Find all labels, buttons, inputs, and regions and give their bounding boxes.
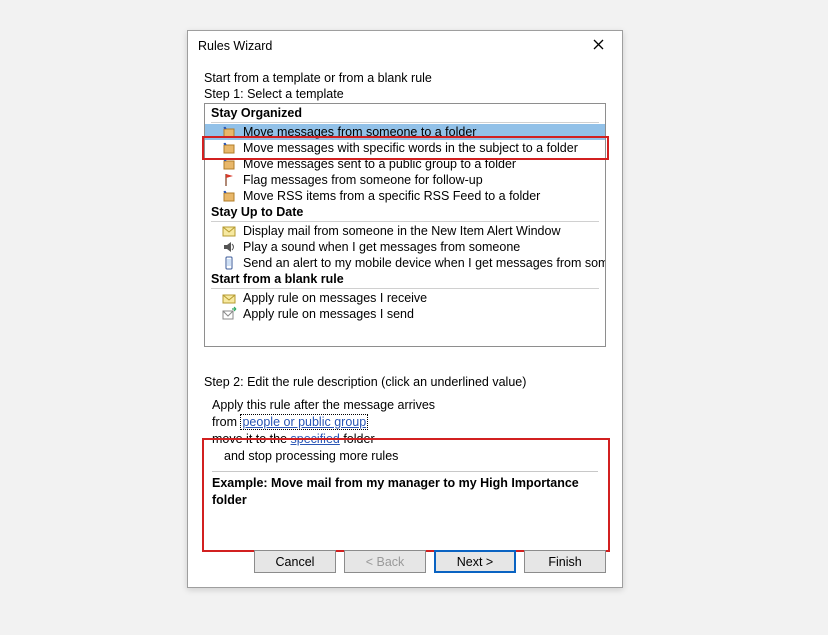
template-apply-send[interactable]: Apply rule on messages I send [205,306,605,322]
desc-line-2: from people or public group [212,414,598,431]
template-label: Move messages with specific words in the… [243,140,578,156]
desc-example: Example: Move mail from my manager to my… [212,475,598,509]
template-label: Apply rule on messages I receive [243,290,427,306]
rule-description-box: Apply this rule after the message arrive… [204,391,606,503]
titlebar: Rules Wizard [188,31,622,61]
desc-line-4: and stop processing more rules [212,448,598,465]
specified-folder-link[interactable]: specified [291,432,340,446]
folder-rss-icon [221,188,237,204]
step1-label: Step 1: Select a template [204,87,606,101]
button-row: Cancel < Back Next > Finish [254,550,606,573]
template-send-mobile[interactable]: Send an alert to my mobile device when I… [205,255,605,271]
template-label: Display mail from someone in the New Ite… [243,223,560,239]
back-button[interactable]: < Back [344,550,426,573]
close-icon [593,39,604,53]
template-move-from-someone[interactable]: Move messages from someone to a folder [205,124,605,140]
template-label: Play a sound when I get messages from so… [243,239,520,255]
folder-move-icon [221,124,237,140]
close-button[interactable] [580,32,616,60]
group-blank: Start from a blank rule [205,272,605,287]
template-label: Move messages sent to a public group to … [243,156,516,172]
next-button[interactable]: Next > [434,550,516,573]
cancel-button[interactable]: Cancel [254,550,336,573]
mail-in-icon [221,290,237,306]
template-move-public-group[interactable]: Move messages sent to a public group to … [205,156,605,172]
step2-label: Step 2: Edit the rule description (click… [204,375,606,389]
template-play-sound[interactable]: Play a sound when I get messages from so… [205,239,605,255]
template-label: Move RSS items from a specific RSS Feed … [243,188,540,204]
mail-alert-icon [221,223,237,239]
template-label: Apply rule on messages I send [243,306,414,322]
template-label: Send an alert to my mobile device when I… [243,255,606,271]
template-label: Move messages from someone to a folder [243,124,476,140]
divider [212,471,598,472]
dialog-title: Rules Wizard [198,39,580,53]
rules-wizard-dialog: Rules Wizard Start from a template or fr… [187,30,623,588]
template-flag-followup[interactable]: Flag messages from someone for follow-up [205,172,605,188]
divider [211,221,599,222]
template-label: Flag messages from someone for follow-up [243,172,483,188]
template-move-rss[interactable]: Move RSS items from a specific RSS Feed … [205,188,605,204]
phone-icon [221,255,237,271]
templates-list[interactable]: Stay Organized Move messages from someon… [204,103,606,347]
mail-out-icon [221,306,237,322]
folder-move-icon [221,156,237,172]
divider [211,122,599,123]
template-apply-receive[interactable]: Apply rule on messages I receive [205,290,605,306]
speaker-icon [221,239,237,255]
instruction-text: Start from a template or from a blank ru… [204,71,606,85]
group-stay-up-to-date: Stay Up to Date [205,205,605,220]
group-stay-organized: Stay Organized [205,106,605,121]
template-display-alert[interactable]: Display mail from someone in the New Ite… [205,223,605,239]
flag-icon [221,172,237,188]
template-move-subject-words[interactable]: Move messages with specific words in the… [205,140,605,156]
folder-move-icon [221,140,237,156]
finish-button[interactable]: Finish [524,550,606,573]
desc-line-3: move it to the specified folder [212,431,598,448]
desc-line-1: Apply this rule after the message arrive… [212,397,598,414]
people-link[interactable]: people or public group [240,414,368,430]
divider [211,288,599,289]
